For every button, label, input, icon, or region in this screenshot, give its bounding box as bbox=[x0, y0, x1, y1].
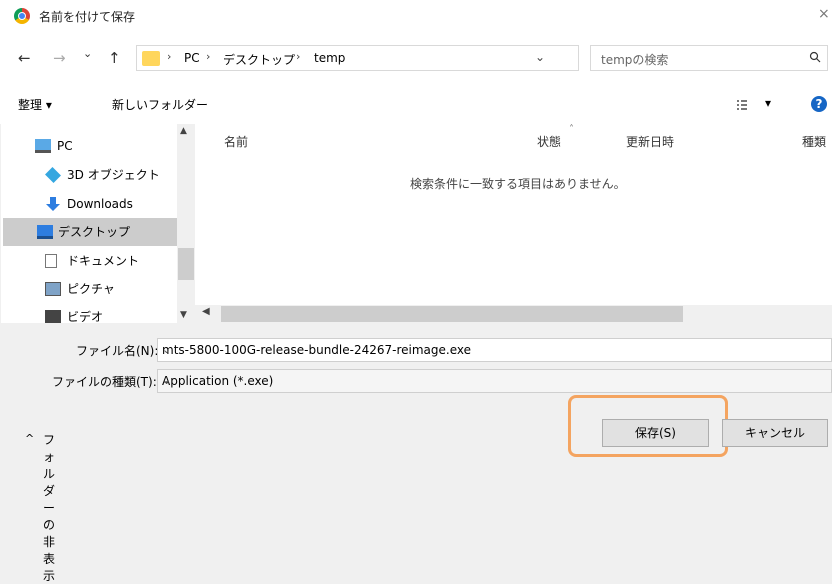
save-button[interactable]: 保存(S) bbox=[602, 419, 709, 447]
column-type[interactable]: 種類 bbox=[802, 133, 826, 150]
tree-item-label: ビデオ bbox=[67, 310, 104, 323]
tree-item-label: PC bbox=[57, 139, 73, 153]
search-icon[interactable] bbox=[809, 51, 821, 63]
breadcrumb-desktop[interactable]: デスクトップ bbox=[223, 51, 295, 68]
list-scrollbar-thumb[interactable] bbox=[221, 306, 683, 322]
search-field[interactable]: tempの検索 bbox=[590, 45, 828, 71]
filetype-label: ファイルの種類(T): bbox=[52, 375, 157, 389]
navigation-bar: ← → ⌄ ↑ › PC › デスクトップ › temp ⌄ ↻ tempの検索 bbox=[0, 31, 832, 86]
file-list: 名前 ˄ 状態 更新日時 種類 検索条件に一致する項目はありません。 bbox=[195, 124, 832, 323]
scroll-up-icon[interactable]: ▲ bbox=[180, 126, 187, 136]
column-name[interactable]: 名前 bbox=[224, 133, 248, 150]
download-icon bbox=[46, 197, 60, 211]
tree-item-downloads[interactable]: Downloads bbox=[46, 190, 186, 218]
view-dropdown-icon[interactable]: ▾ bbox=[765, 96, 771, 110]
help-icon[interactable]: ? bbox=[811, 96, 827, 112]
filetype-dropdown-icon[interactable]: ⌄ bbox=[162, 374, 827, 387]
scroll-left-icon[interactable]: ◀ bbox=[202, 306, 210, 317]
tree-item-pictures[interactable]: ピクチャ bbox=[45, 275, 186, 303]
navigation-pane: PC 3D オブジェクト Downloads デスクトップ ドキュメント ピクチ… bbox=[1, 124, 195, 323]
3d-objects-icon bbox=[45, 167, 61, 183]
sort-up-icon: ˄ bbox=[569, 124, 574, 135]
cancel-button[interactable]: キャンセル bbox=[722, 419, 828, 447]
tree-item-label: デスクトップ bbox=[58, 225, 131, 239]
column-status[interactable]: 状態 bbox=[537, 133, 561, 150]
dialog-footer: ^ フォルダーの非表示 保存(S) キャンセル bbox=[0, 395, 832, 583]
tree-item-videos[interactable]: ビデオ bbox=[45, 303, 186, 323]
view-options-icon[interactable] bbox=[737, 100, 747, 110]
scroll-down-icon[interactable]: ▼ bbox=[180, 310, 187, 320]
up-folder-icon[interactable]: ↑ bbox=[108, 49, 121, 67]
tree-item-desktop[interactable]: デスクトップ bbox=[3, 218, 178, 246]
address-dropdown-icon[interactable]: ⌄ bbox=[535, 50, 545, 64]
tree-item-label: ドキュメント bbox=[67, 254, 140, 268]
hide-folders-label: フォルダーの非表示 bbox=[43, 433, 56, 583]
tree-scrollbar[interactable]: ▲ ▼ bbox=[177, 124, 195, 323]
column-modified[interactable]: 更新日時 bbox=[626, 133, 674, 150]
title-bar: 名前を付けて保存 × bbox=[0, 0, 832, 31]
tree-item-3d-objects[interactable]: 3D オブジェクト bbox=[45, 161, 186, 189]
chevron-right-icon: › bbox=[167, 50, 172, 63]
breadcrumb-temp[interactable]: temp bbox=[314, 51, 345, 65]
forward-icon[interactable]: → bbox=[53, 49, 66, 67]
document-icon bbox=[45, 254, 57, 268]
tree-item-label: 3D オブジェクト bbox=[67, 168, 160, 182]
tree-scrollbar-thumb[interactable] bbox=[178, 248, 194, 280]
desktop-icon bbox=[37, 225, 53, 239]
chevron-right-icon: › bbox=[206, 50, 211, 63]
folder-icon bbox=[142, 51, 160, 66]
tree-item-documents[interactable]: ドキュメント bbox=[45, 247, 186, 275]
chevron-right-icon: › bbox=[296, 50, 301, 63]
breadcrumb-pc[interactable]: PC bbox=[184, 51, 200, 65]
chrome-icon bbox=[14, 8, 30, 24]
pictures-icon bbox=[45, 282, 61, 296]
caret-up-icon: ^ bbox=[25, 432, 35, 445]
filename-input[interactable]: mts-5800-100G-release-bundle-24267-reima… bbox=[157, 338, 832, 362]
organize-menu[interactable]: 整理 ▾ bbox=[18, 96, 52, 113]
window-title: 名前を付けて保存 bbox=[39, 10, 136, 24]
list-horizontal-scrollbar[interactable]: ◀ bbox=[195, 305, 832, 323]
search-placeholder: tempの検索 bbox=[601, 53, 669, 67]
pc-icon bbox=[35, 139, 51, 153]
tree-item-label: Downloads bbox=[67, 197, 133, 211]
new-folder-button[interactable]: 新しいフォルダー bbox=[112, 96, 208, 113]
tree-item-label: ピクチャ bbox=[67, 282, 115, 296]
back-icon[interactable]: ← bbox=[18, 49, 31, 67]
close-icon[interactable]: × bbox=[818, 6, 832, 22]
address-bar[interactable]: › PC › デスクトップ › temp ⌄ ↻ bbox=[136, 45, 702, 71]
empty-list-message: 検索条件に一致する項目はありません。 bbox=[410, 177, 626, 191]
tree-item-pc[interactable]: PC bbox=[35, 132, 176, 160]
filename-label: ファイル名(N): bbox=[76, 344, 159, 358]
recent-locations-icon[interactable]: ⌄ bbox=[83, 47, 92, 60]
command-toolbar: 整理 ▾ 新しいフォルダー ▾ ? bbox=[0, 86, 832, 124]
video-icon bbox=[45, 310, 61, 323]
filetype-select[interactable]: Application (*.exe) ⌄ bbox=[157, 369, 832, 393]
filename-dropdown-icon[interactable]: ⌄ bbox=[162, 343, 827, 356]
